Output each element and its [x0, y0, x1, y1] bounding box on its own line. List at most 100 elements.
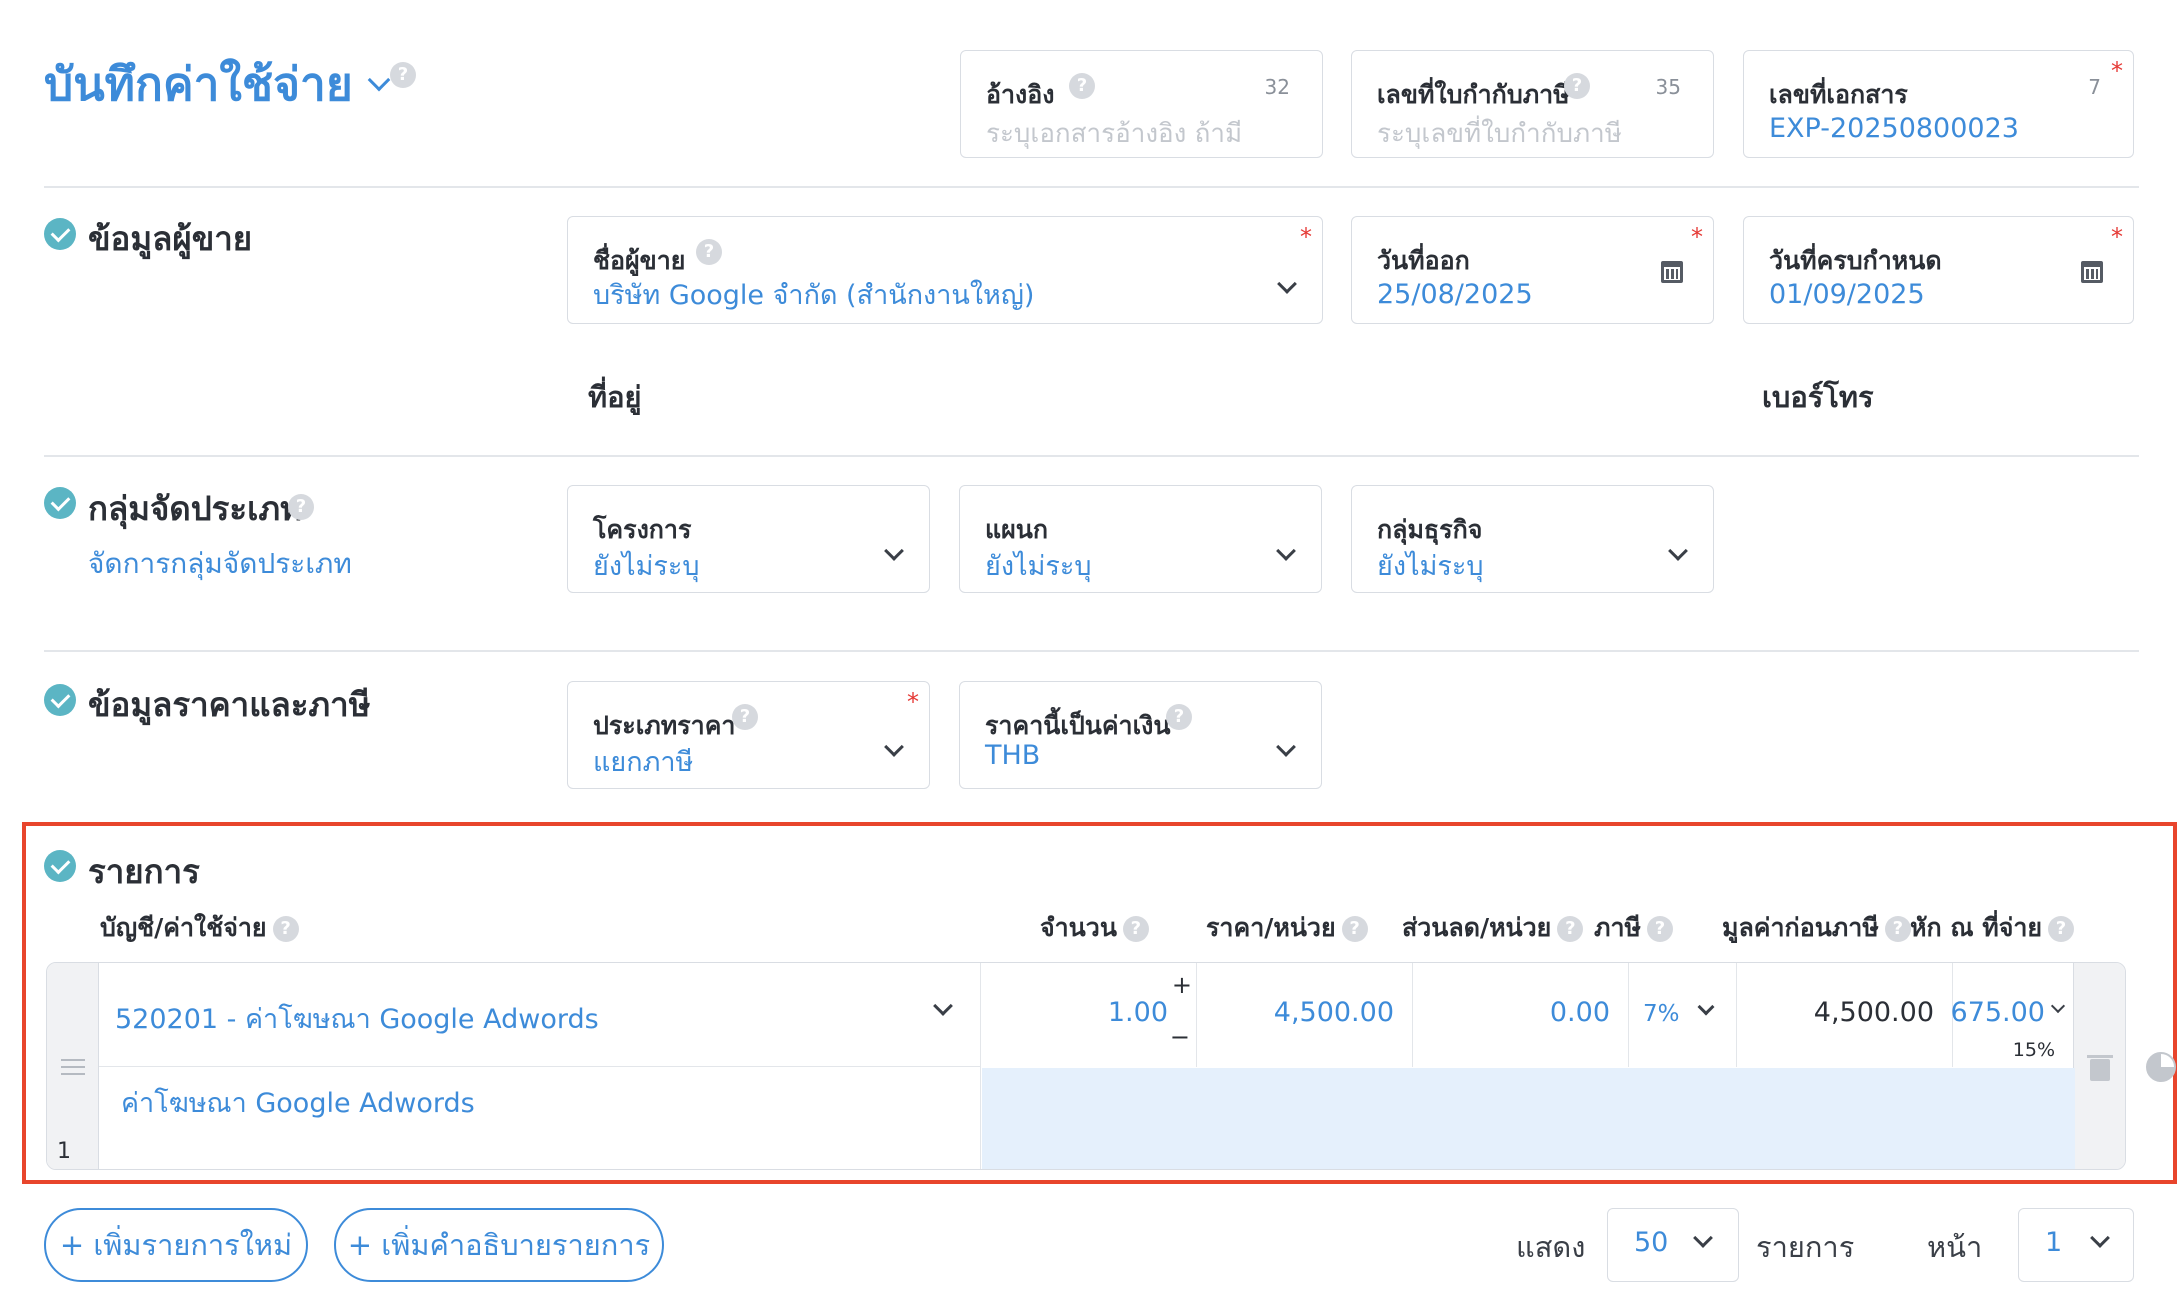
issue-date-field[interactable]: วันที่ออก * 25/08/2025 [1351, 216, 1714, 324]
page-title: บันทึกค่าใช้จ่าย [44, 57, 353, 111]
help-icon[interactable]: ? [1557, 916, 1584, 942]
help-icon[interactable]: ? [1884, 916, 1911, 942]
row-index: 1 [57, 1139, 71, 1164]
tax-invoice-field[interactable]: เลขที่ใบกำกับภาษี ? 35 ระบุเลขที่ใบกำกับ… [1351, 50, 1714, 158]
phone-label: เบอร์โทร [1762, 380, 1874, 414]
page-label: หน้า [1927, 1230, 1983, 1264]
row-drag-handle[interactable]: 1 [47, 963, 99, 1169]
check-circle-icon [44, 684, 76, 716]
tax-value: 7% [1643, 1001, 1680, 1027]
page-select[interactable]: 1 [2018, 1208, 2134, 1282]
required-marker: * [1691, 223, 1703, 251]
account-value: 520201 - ค่าโฆษณา Google Adwords [115, 1004, 599, 1035]
calendar-icon[interactable] [2081, 261, 2103, 283]
help-icon[interactable]: ? [1166, 704, 1192, 730]
description-input[interactable]: ค่าโฆษณา Google Adwords [99, 1067, 981, 1169]
divider [44, 455, 2139, 457]
department-select[interactable]: แผนก ยังไม่ระบุ [959, 485, 1322, 593]
chevron-down-icon [933, 996, 953, 1016]
document-no-field[interactable]: เลขที่เอกสาร 7 * EXP-20250800023 [1743, 50, 2134, 158]
help-icon[interactable]: ? [1122, 916, 1149, 942]
due-date-input[interactable]: 01/09/2025 [1769, 279, 1925, 310]
quantity-value: 1.00 [1107, 997, 1168, 1028]
help-icon[interactable]: ? [1564, 73, 1590, 99]
page-value: 1 [2045, 1227, 2063, 1258]
help-icon[interactable]: ? [1341, 916, 1368, 942]
reference-label: อ้างอิง [986, 80, 1055, 109]
trash-icon[interactable] [2090, 1059, 2110, 1081]
withholding-rate: 15% [2012, 1039, 2055, 1061]
help-icon[interactable]: ? [2048, 916, 2075, 942]
account-select[interactable]: 520201 - ค่าโฆษณา Google Adwords [99, 963, 981, 1067]
discount-input[interactable]: 0.00 [1413, 963, 1629, 1067]
required-marker: * [907, 688, 919, 716]
divider [44, 650, 2139, 652]
issue-date-input[interactable]: 25/08/2025 [1377, 279, 1533, 310]
col-quantity: จำนวน? [1040, 908, 1149, 948]
manage-category-link[interactable]: จัดการกลุ่มจัดประเภท [88, 542, 352, 586]
check-circle-icon [44, 850, 76, 882]
col-unit-price: ราคา/หน่วย? [1206, 908, 1368, 948]
unit-price-value: 4,500.00 [1273, 997, 1394, 1028]
business-group-select[interactable]: กลุ่มธุรกิจ ยังไม่ระบุ [1351, 485, 1714, 593]
row-detail-area [982, 1068, 2075, 1169]
currency-select[interactable]: ราคานี้เป็นค่าเงิน ? THB [959, 681, 1322, 789]
project-select[interactable]: โครงการ ยังไม่ระบุ [567, 485, 930, 593]
document-no-count: 7 [2088, 75, 2101, 99]
chevron-down-icon [1668, 541, 1688, 561]
add-item-button[interactable]: + เพิ่มรายการใหม่ [44, 1208, 308, 1282]
calendar-icon[interactable] [1661, 261, 1683, 283]
quantity-stepper[interactable]: 1.00 + − [981, 963, 1197, 1067]
chevron-down-icon [1697, 998, 1715, 1016]
col-account: บัญชี/ค่าใช้จ่าย? [100, 908, 299, 948]
tax-invoice-count: 35 [1655, 75, 1681, 99]
help-icon[interactable]: ? [1069, 73, 1095, 99]
vendor-name-select[interactable]: ชื่อผู้ขาย ? * บริษัท Google จำกัด (สำนั… [567, 216, 1323, 324]
withholding-value: 675.00 [1950, 997, 2045, 1028]
help-icon[interactable]: ? [288, 494, 314, 520]
pie-chart-icon[interactable] [2146, 1052, 2176, 1082]
chevron-down-icon [367, 68, 391, 91]
pre-tax-cell: 4,500.00 [1737, 963, 1953, 1067]
reference-input[interactable]: ระบุเอกสารอ้างอิง ถ้ามี [986, 113, 1242, 154]
required-marker: * [1300, 223, 1312, 251]
unit-price-input[interactable]: 4,500.00 [1197, 963, 1413, 1067]
add-description-button[interactable]: + เพิ่มคำอธิบายรายการ [334, 1208, 664, 1282]
required-marker: * [2111, 57, 2123, 85]
project-value: ยังไม่ระบุ [593, 551, 700, 582]
items-section-title: รายการ [88, 852, 200, 891]
business-group-value: ยังไม่ระบุ [1377, 551, 1484, 582]
plus-icon[interactable]: + [1172, 971, 1192, 999]
help-icon[interactable]: ? [696, 239, 722, 265]
document-no-label: เลขที่เอกสาร [1769, 80, 1908, 109]
minus-icon[interactable]: − [1170, 1023, 1190, 1051]
reference-count: 32 [1264, 75, 1290, 99]
withholding-select[interactable]: 675.00 15% [1950, 963, 2075, 1067]
due-date-field[interactable]: วันที่ครบกำหนด * 01/09/2025 [1743, 216, 2134, 324]
tax-invoice-input[interactable]: ระบุเลขที่ใบกำกับภาษี [1377, 113, 1622, 154]
help-icon[interactable]: ? [272, 916, 299, 942]
chevron-down-icon [884, 541, 904, 561]
currency-value: THB [985, 740, 1041, 771]
per-page-value: 50 [1634, 1227, 1669, 1258]
price-section-title: ข้อมูลราคาและภาษี [88, 685, 371, 724]
reference-field[interactable]: อ้างอิง ? 32 ระบุเอกสารอ้างอิง ถ้ามี [960, 50, 1323, 158]
vendor-name-value: บริษัท Google จำกัด (สำนักงานใหญ่) [593, 280, 1035, 311]
help-icon[interactable]: ? [1647, 916, 1673, 942]
price-type-select[interactable]: ประเภทราคา ? * แยกภาษี [567, 681, 930, 789]
tax-select[interactable]: 7% [1629, 963, 1737, 1067]
chevron-down-icon [1276, 541, 1296, 561]
items-label: รายการ [1756, 1230, 1855, 1264]
discount-value: 0.00 [1549, 997, 1610, 1028]
price-type-value: แยกภาษี [593, 747, 694, 778]
col-withholding: หัก ณ ที่จ่าย? [1910, 908, 2075, 948]
category-section-title: กลุ่มจัดประเภท [88, 489, 302, 528]
due-date-label: วันที่ครบกำหนด [1769, 246, 1942, 275]
show-label: แสดง [1516, 1230, 1586, 1264]
document-no-input[interactable]: EXP-20250800023 [1769, 113, 2019, 144]
per-page-select[interactable]: 50 [1607, 1208, 1739, 1282]
help-icon[interactable]: ? [390, 62, 416, 88]
row-actions [2073, 963, 2125, 1169]
page-title-dropdown[interactable]: บันทึกค่าใช้จ่าย [44, 48, 391, 121]
help-icon[interactable]: ? [732, 704, 758, 730]
